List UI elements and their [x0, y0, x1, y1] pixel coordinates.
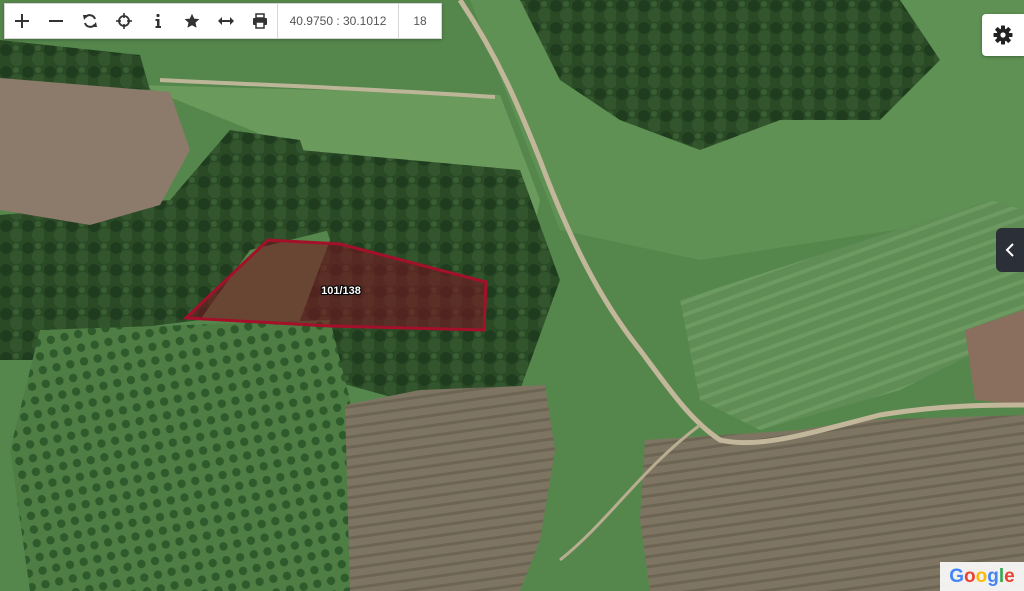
- favorite-button[interactable]: [175, 4, 209, 38]
- double-arrow-icon: [218, 17, 234, 25]
- plus-icon: [15, 14, 29, 28]
- settings-button[interactable]: [982, 14, 1024, 56]
- coordinates-readout: 40.9750 : 30.1012: [277, 4, 398, 38]
- chevron-left-icon: [1005, 243, 1014, 257]
- measure-button[interactable]: [209, 4, 243, 38]
- gear-icon: [993, 25, 1013, 45]
- info-icon: [155, 13, 161, 28]
- map-toolbar: 40.9750 : 30.1012 18: [4, 3, 442, 39]
- crosshair-icon: [116, 13, 132, 29]
- star-icon: [184, 13, 200, 28]
- satellite-map[interactable]: 101/138: [0, 0, 1024, 591]
- print-button[interactable]: [243, 4, 277, 38]
- parcel-label: 101/138: [321, 285, 361, 297]
- zoom-out-button[interactable]: [39, 4, 73, 38]
- minus-icon: [49, 20, 63, 22]
- locate-button[interactable]: [107, 4, 141, 38]
- refresh-icon: [83, 14, 97, 28]
- side-panel-toggle[interactable]: [996, 228, 1024, 272]
- zoom-in-button[interactable]: [5, 4, 39, 38]
- zoom-level-readout: 18: [398, 4, 441, 38]
- printer-icon: [253, 13, 267, 29]
- google-logo: Google: [940, 562, 1024, 591]
- info-button[interactable]: [141, 4, 175, 38]
- refresh-button[interactable]: [73, 4, 107, 38]
